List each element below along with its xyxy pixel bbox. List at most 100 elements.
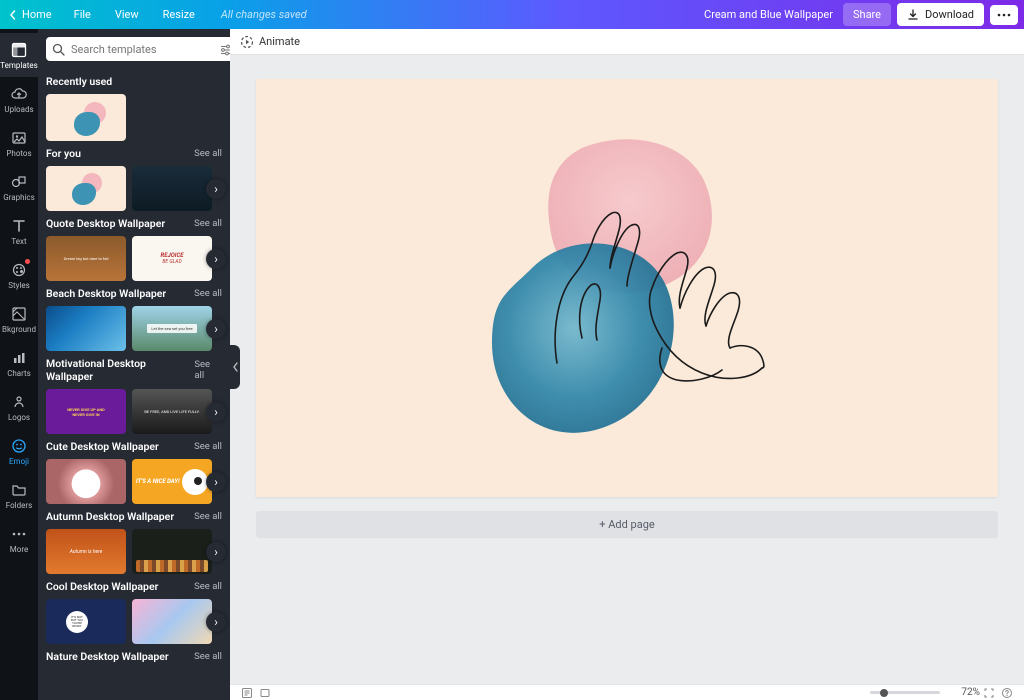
template-thumb[interactable]: IT'S NOT BUT YOU YOU'RE READY (46, 599, 126, 644)
search-icon (52, 43, 65, 56)
template-thumb[interactable] (132, 529, 212, 574)
template-search-box[interactable] (46, 37, 237, 61)
rail-text[interactable]: Text (0, 209, 38, 253)
template-thumb[interactable] (46, 459, 126, 504)
menu-view[interactable]: View (103, 8, 151, 21)
background-icon (10, 305, 28, 323)
rail-templates[interactable]: Templates (0, 33, 38, 77)
rail-more[interactable]: More (0, 517, 38, 561)
rail-charts-label: Charts (7, 370, 31, 378)
thumb-text: REJOICE (160, 252, 183, 259)
panel-collapse-handle[interactable] (230, 345, 240, 389)
row-next-button[interactable]: › (206, 179, 226, 199)
menu-resize[interactable]: Resize (151, 8, 207, 21)
template-thumb[interactable]: IT'S A NICE DAY! (132, 459, 212, 504)
see-all-nature[interactable]: See all (194, 651, 222, 662)
row-next-button[interactable]: › (206, 249, 226, 269)
thumb-text: Dream big but dare to fail (64, 256, 109, 261)
thumb-text: Autumn is here (70, 549, 103, 555)
rail-background[interactable]: Bkground (0, 297, 38, 341)
template-thumb[interactable]: REJOICE BE GLAD (132, 236, 212, 281)
page-scroll[interactable]: + Add page (230, 55, 1024, 684)
help-button[interactable] (998, 687, 1016, 699)
more-menu-button[interactable] (990, 5, 1018, 25)
animate-icon (240, 35, 254, 49)
folders-icon (10, 481, 28, 499)
notes-button[interactable] (238, 687, 256, 699)
templates-panel: Recently used For you See all › Quote De… (38, 29, 230, 700)
template-thumb[interactable]: Dream big but dare to fail (46, 236, 126, 281)
rail-styles-label: Styles (8, 282, 29, 290)
rail-charts[interactable]: Charts (0, 341, 38, 385)
fullscreen-icon (983, 687, 995, 699)
see-all-motivational[interactable]: See all (194, 359, 222, 381)
rail-styles[interactable]: Styles (0, 253, 38, 297)
thumb-text: IT'S A NICE DAY! (136, 479, 180, 485)
rail-templates-label: Templates (0, 62, 37, 70)
search-input[interactable] (71, 43, 211, 56)
menu-file[interactable]: File (62, 8, 103, 21)
row-next-button[interactable]: › (206, 402, 226, 422)
row-next-button[interactable]: › (206, 612, 226, 632)
template-thumb[interactable] (132, 166, 212, 211)
home-button[interactable]: Home (0, 8, 62, 21)
template-thumb[interactable] (46, 166, 126, 211)
section-cool: Cool Desktop Wallpaper (46, 580, 158, 593)
zoom-slider[interactable] (870, 691, 940, 694)
see-all-beach[interactable]: See all (194, 288, 222, 299)
row-next-button[interactable]: › (206, 542, 226, 562)
text-icon (10, 217, 28, 235)
add-page-button[interactable]: + Add page (256, 511, 998, 538)
download-button[interactable]: Download (897, 3, 984, 26)
rail-logos[interactable]: Logos (0, 385, 38, 429)
rail-uploads-label: Uploads (4, 106, 33, 114)
section-autumn: Autumn Desktop Wallpaper (46, 510, 174, 523)
logos-icon (10, 393, 28, 411)
chevron-left-icon (232, 362, 239, 372)
download-icon (907, 9, 919, 21)
section-nature: Nature Desktop Wallpaper (46, 650, 169, 663)
rail-emoji[interactable]: Emoji (0, 429, 38, 473)
rail-photos[interactable]: Photos (0, 121, 38, 165)
template-thumb[interactable] (132, 599, 212, 644)
see-all-for-you[interactable]: See all (194, 148, 222, 159)
canvas-page[interactable] (256, 79, 998, 497)
thumb-text-2: BE GLAD (162, 259, 181, 265)
template-thumb[interactable] (46, 306, 126, 351)
zoom-slider-knob[interactable] (880, 689, 888, 697)
notes-icon (241, 687, 253, 699)
rail-graphics-label: Graphics (3, 194, 35, 202)
canvas-area: Animate (230, 29, 1024, 684)
section-beach: Beach Desktop Wallpaper (46, 287, 166, 300)
timer-button[interactable] (256, 687, 274, 699)
see-all-cute[interactable]: See all (194, 441, 222, 452)
template-thumb[interactable]: BE FREE, AND LIVE LIFE FULLY. (132, 389, 212, 434)
download-label: Download (925, 8, 974, 21)
template-thumb[interactable]: NEVER GIVE UP AND NEVER GIVE IN (46, 389, 126, 434)
fullscreen-button[interactable] (980, 687, 998, 699)
row-next-button[interactable]: › (206, 472, 226, 492)
status-bar: 72% (230, 684, 1024, 700)
row-next-button[interactable]: › (206, 319, 226, 339)
template-thumb[interactable]: Let the sea set you free (132, 306, 212, 351)
zoom-value[interactable]: 72% (946, 687, 980, 698)
see-all-autumn[interactable]: See all (194, 511, 222, 522)
rail-text-label: Text (11, 238, 26, 246)
top-menu-bar: Home File View Resize All changes saved … (0, 0, 1024, 29)
canvas-toolbar: Animate (230, 29, 1024, 55)
animate-button[interactable]: Animate (240, 35, 300, 49)
rail-folders[interactable]: Folders (0, 473, 38, 517)
save-status: All changes saved (207, 8, 307, 21)
templates-scroll[interactable]: Recently used For you See all › Quote De… (38, 69, 230, 700)
see-all-cool[interactable]: See all (194, 581, 222, 592)
template-thumb[interactable]: Autumn is here (46, 529, 126, 574)
graphics-icon (10, 173, 28, 191)
rail-uploads[interactable]: Uploads (0, 77, 38, 121)
share-button[interactable]: Share (843, 3, 891, 26)
rail-more-label: More (10, 546, 28, 554)
see-all-quote[interactable]: See all (194, 218, 222, 229)
rail-graphics[interactable]: Graphics (0, 165, 38, 209)
document-title[interactable]: Cream and Blue Wallpaper (704, 8, 843, 21)
rail-logos-label: Logos (8, 414, 30, 422)
template-thumb[interactable] (46, 94, 126, 141)
